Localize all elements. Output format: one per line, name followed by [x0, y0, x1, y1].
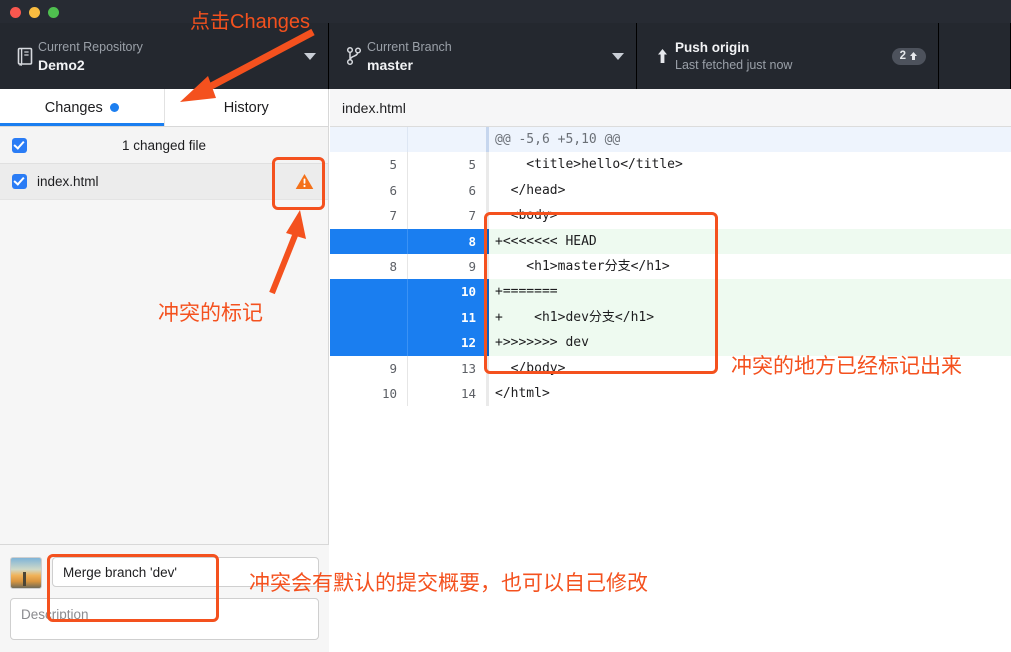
- diff-gutter-old: [330, 304, 408, 331]
- tab-changes-label: Changes: [44, 99, 103, 116]
- diff-gutter-old: 6: [330, 177, 408, 204]
- diff-gutter-old: 9: [330, 355, 408, 381]
- toolbar-empty-area: [939, 23, 1011, 89]
- diff-line-text: </html>: [486, 380, 1011, 407]
- diff-gutter-old: 7: [330, 203, 408, 229]
- diff-gutter-new: 10: [408, 279, 486, 305]
- chevron-down-icon[interactable]: [612, 52, 624, 60]
- annotation-arrow-to-warning: [269, 210, 306, 295]
- current-branch-button[interactable]: Current Branch master: [329, 23, 637, 89]
- diff-gutter-old: 10: [330, 380, 408, 407]
- diff-file-name: index.html: [342, 99, 406, 116]
- tab-changes[interactable]: Changes: [0, 89, 165, 126]
- annotation-conflict-marked-here: 冲突的地方已经标记出来: [731, 355, 962, 378]
- avatar: [10, 557, 42, 589]
- current-branch-label: Current Branch: [367, 39, 452, 54]
- diff-gutter-new: 5: [408, 152, 486, 178]
- annotation-box-conflict-lines: [484, 212, 718, 374]
- push-origin-button[interactable]: Push origin Last fetched just now 2: [637, 23, 939, 89]
- file-checkbox[interactable]: [12, 174, 27, 189]
- annotation-conflict-marker: 冲突的标记: [158, 302, 263, 325]
- app-window: Current Repository Demo2 Current Branch …: [0, 0, 1011, 652]
- file-name: index.html: [37, 174, 99, 189]
- current-branch-text: Current Branch master: [367, 39, 604, 74]
- annotation-box-commit-summary: [47, 554, 219, 622]
- arrow-up-icon: [649, 47, 675, 65]
- diff-line-hunk: @@ -5,6 +5,10 @@: [330, 127, 1011, 153]
- select-all-checkbox[interactable]: [12, 137, 27, 153]
- push-count-badge: 2: [891, 47, 926, 65]
- diff-line-ctx: 55 <title>hello</title>: [330, 152, 1011, 178]
- annotation-box-warning-icon: [272, 157, 325, 210]
- maximize-icon[interactable]: [48, 7, 59, 18]
- title-bar: [0, 0, 1011, 23]
- push-origin-subtitle: Last fetched just now: [675, 57, 793, 72]
- diff-gutter-new: 8: [408, 228, 486, 254]
- diff-gutter-new: 7: [408, 203, 486, 229]
- diff-gutter-old: [330, 330, 408, 356]
- diff-line-text: </head>: [486, 177, 1011, 204]
- push-count-value: 2: [899, 49, 906, 62]
- diff-line-text: <title>hello</title>: [486, 152, 1011, 178]
- diff-gutter-new: 14: [408, 380, 486, 407]
- diff-gutter-new: 9: [408, 253, 486, 280]
- diff-gutter-new: 12: [408, 330, 486, 356]
- annotation-default-commit-summary: 冲突会有默认的提交概要，也可以自己修改: [249, 572, 648, 595]
- annotation-arrow-to-changes: [180, 28, 315, 102]
- diff-gutter-old: [330, 279, 408, 305]
- arrow-up-small-icon: [910, 51, 917, 60]
- push-origin-title: Push origin: [675, 39, 750, 55]
- diff-gutter-new: 11: [408, 304, 486, 331]
- traffic-light-buttons: [10, 7, 59, 18]
- diff-gutter-old: [330, 127, 408, 153]
- minimize-icon[interactable]: [29, 7, 40, 18]
- branch-icon: [341, 46, 367, 66]
- diff-gutter-old: 8: [330, 253, 408, 280]
- current-branch-value: master: [367, 56, 413, 73]
- changed-files-count: 1 changed file: [121, 137, 207, 153]
- push-origin-text: Push origin Last fetched just now: [675, 39, 892, 74]
- diff-gutter-new: 13: [408, 355, 486, 381]
- close-icon[interactable]: [10, 7, 21, 18]
- diff-line-ctx: 66 </head>: [330, 177, 1011, 204]
- diff-gutter-old: [330, 228, 408, 254]
- diff-gutter-new: 6: [408, 177, 486, 204]
- diff-gutter-new: [408, 127, 486, 153]
- diff-gutter-old: 5: [330, 152, 408, 178]
- main-toolbar: Current Repository Demo2 Current Branch …: [0, 23, 1011, 89]
- changes-indicator-dot: [109, 103, 119, 112]
- diff-line-text: @@ -5,6 +5,10 @@: [486, 127, 1011, 153]
- repo-icon: [12, 47, 38, 66]
- diff-file-header: index.html: [330, 89, 1011, 127]
- diff-line-ctx: 10 14 </html>: [330, 380, 1011, 407]
